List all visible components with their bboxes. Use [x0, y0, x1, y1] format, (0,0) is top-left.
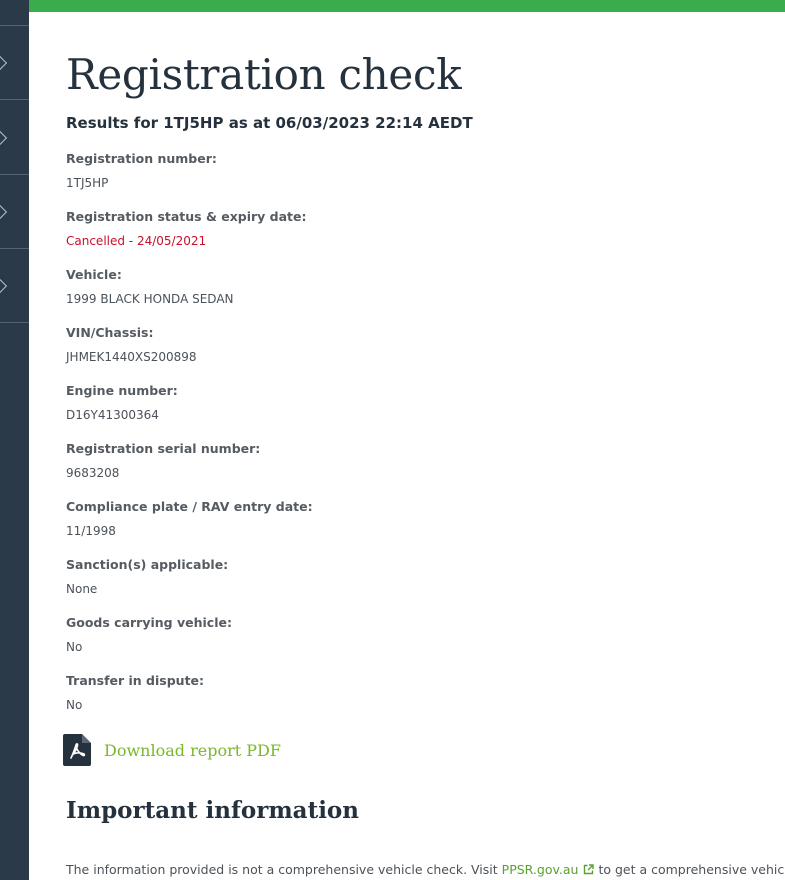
field-value: No — [66, 698, 83, 712]
field-value: 9683208 — [66, 466, 120, 480]
download-link-label: Download report PDF — [104, 740, 281, 760]
field-value: D16Y41300364 — [66, 408, 159, 422]
field-goods-carrying: Goods carrying vehicle: No — [66, 615, 666, 655]
sidebar-item-2[interactable] — [0, 101, 29, 175]
chevron-right-icon — [0, 130, 8, 145]
page-title: Registration check — [66, 50, 462, 99]
sidebar-item-1[interactable] — [0, 26, 29, 100]
field-value: No — [66, 640, 83, 654]
field-registration-serial: Registration serial number: 9683208 — [66, 441, 666, 481]
pdf-file-icon — [63, 734, 91, 766]
field-sanctions: Sanction(s) applicable: None — [66, 557, 666, 597]
field-registration-status: Registration status & expiry date: Cance… — [66, 209, 666, 249]
field-label: Compliance plate / RAV entry date: — [66, 499, 313, 514]
status-cancelled-value: Cancelled - 24/05/2021 — [66, 234, 207, 248]
info-text-before: The information provided is not a compre… — [66, 862, 498, 877]
field-label: Registration number: — [66, 151, 217, 166]
field-registration-number: Registration number: 1TJ5HP — [66, 151, 666, 191]
field-vehicle: Vehicle: 1999 BLACK HONDA SEDAN — [66, 267, 666, 307]
chevron-right-icon — [0, 278, 8, 293]
field-label: Vehicle: — [66, 267, 122, 282]
chevron-right-icon — [0, 204, 8, 219]
field-label: Transfer in dispute: — [66, 673, 205, 688]
results-subtitle: Results for 1TJ5HP as at 06/03/2023 22:1… — [66, 114, 473, 132]
top-accent-bar — [29, 0, 785, 12]
sidebar — [0, 0, 29, 880]
field-label: Engine number: — [66, 383, 178, 398]
important-info-text: The information provided is not a compre… — [66, 862, 785, 877]
chevron-right-icon — [0, 55, 8, 70]
info-text-after: to get a comprehensive vehicle — [598, 862, 785, 877]
download-report-pdf-link[interactable]: Download report PDF — [63, 733, 281, 767]
field-value: None — [66, 582, 98, 596]
sidebar-item-4[interactable] — [0, 249, 29, 323]
field-value: 1TJ5HP — [66, 176, 109, 190]
field-label: VIN/Chassis: — [66, 325, 154, 340]
field-label: Registration serial number: — [66, 441, 261, 456]
field-label: Registration status & expiry date: — [66, 209, 307, 224]
sidebar-item-3[interactable] — [0, 175, 29, 249]
external-link-icon — [583, 863, 595, 875]
ppsr-link[interactable]: PPSR.gov.au — [502, 862, 579, 877]
field-value: 1999 BLACK HONDA SEDAN — [66, 292, 234, 306]
field-transfer-dispute: Transfer in dispute: No — [66, 673, 666, 713]
field-label: Sanction(s) applicable: — [66, 557, 229, 572]
field-value: JHMEK1440XS200898 — [66, 350, 197, 364]
field-value: 11/1998 — [66, 524, 116, 538]
field-engine-number: Engine number: D16Y41300364 — [66, 383, 666, 423]
field-label: Goods carrying vehicle: — [66, 615, 232, 630]
field-compliance-plate: Compliance plate / RAV entry date: 11/19… — [66, 499, 666, 539]
important-info-heading: Important information — [66, 797, 359, 824]
field-vin-chassis: VIN/Chassis: JHMEK1440XS200898 — [66, 325, 666, 365]
